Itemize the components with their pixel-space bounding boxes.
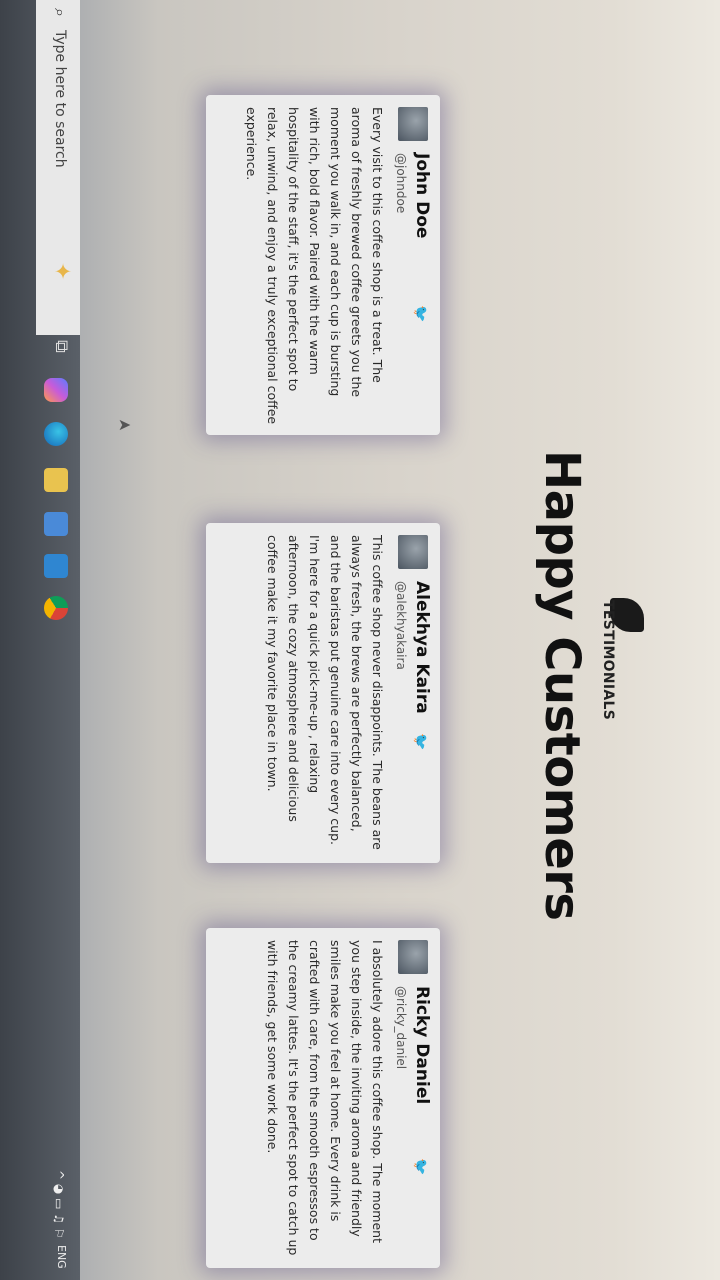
testimonial-text: This coffee shop never disappoints. The … (265, 535, 385, 850)
avatar (398, 535, 428, 569)
avatar (398, 107, 428, 141)
page-title: Happy Customers (534, 450, 590, 921)
testimonial-card: Alekhya Kaira 🐦 @alekhyakaira This coffe… (206, 523, 440, 863)
monitor-screen: TESTIMONIALS Happy Customers John Doe 🐦 … (0, 0, 720, 1280)
testimonial-card: Ricky Daniel 🐦 @ricky_daniel I absolutel… (206, 928, 440, 1268)
testimonial-text: Every visit to this coffee shop is a tre… (244, 107, 385, 425)
chrome-icon[interactable] (44, 596, 68, 620)
twitter-icon[interactable]: 🐦 (412, 305, 428, 322)
system-tray[interactable]: ^ ◕ ▭ ♫ ⚐ (52, 1170, 66, 1239)
customer-name: John Doe (412, 153, 432, 239)
store-icon[interactable] (44, 512, 68, 536)
customer-handle[interactable]: @johndoe (394, 153, 408, 213)
customer-handle[interactable]: @alekhyakaira (394, 581, 408, 670)
search-input[interactable]: Type here to search (52, 30, 68, 168)
twitter-icon[interactable]: 🐦 (412, 1158, 428, 1175)
testimonial-text: I absolutely adore this coffee shop. The… (265, 940, 385, 1256)
taskbar: ⌕ Type here to search ✦ ⧉ ^ ◕ ▭ ♫ ⚐ ENG (0, 0, 80, 1280)
task-view-icon[interactable]: ⧉ (48, 340, 72, 364)
customer-name: Alekhya Kaira (412, 581, 432, 714)
sparkle-icon: ✦ (49, 262, 74, 281)
file-explorer-icon[interactable] (44, 468, 68, 492)
testimonial-card: John Doe 🐦 @johndoe Every visit to this … (206, 95, 440, 435)
customer-handle[interactable]: @ricky_daniel (394, 986, 408, 1069)
language-indicator[interactable]: ENG (55, 1245, 68, 1269)
edge-browser-icon[interactable] (44, 422, 68, 446)
twitter-icon[interactable]: 🐦 (412, 733, 428, 750)
section-eyebrow: TESTIMONIALS (600, 600, 616, 721)
copilot-icon[interactable] (44, 378, 68, 402)
mouse-cursor-icon: ➤ (117, 415, 132, 435)
search-icon: ⌕ (51, 8, 70, 17)
customer-name: Ricky Daniel (412, 986, 432, 1105)
testimonials-page: TESTIMONIALS Happy Customers John Doe 🐦 … (117, 0, 720, 1280)
vscode-icon[interactable] (44, 554, 68, 578)
avatar (398, 940, 428, 974)
taskbar-search[interactable]: ⌕ Type here to search ✦ (36, 0, 80, 335)
